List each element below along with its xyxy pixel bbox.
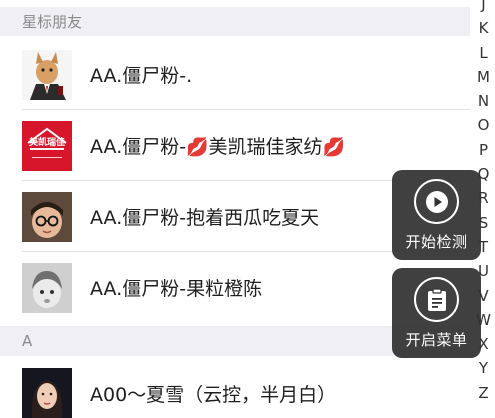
boy-with-glasses-avatar-icon — [22, 191, 72, 242]
index-letter[interactable]: J — [481, 0, 485, 16]
contact-name: AA.僵尸粉-果粒橙陈 — [90, 274, 262, 301]
start-detect-label: 开始检测 — [405, 233, 468, 251]
start-detect-button[interactable]: 开始检测 — [392, 170, 481, 260]
index-letter[interactable]: M — [477, 65, 490, 89]
child-avatar-icon — [22, 262, 72, 313]
contact-name-text-2: 美凯瑞佳家纺 — [208, 136, 323, 158]
section-header-starred: 星标朋友 — [0, 7, 470, 36]
open-menu-button[interactable]: 开启菜单 — [392, 268, 481, 358]
contact-name-text: A00～夏雪（云控，半月白） — [90, 384, 337, 406]
index-letter[interactable]: Z — [478, 381, 488, 405]
lips-emoji-icon: 💋 — [186, 137, 209, 158]
index-letter[interactable]: P — [479, 138, 488, 162]
contact-name-text: AA.僵尸粉- — [90, 136, 187, 158]
lips-emoji-icon: 💋 — [322, 137, 345, 158]
contact-name: AA.僵尸粉-. — [90, 61, 192, 88]
woman-avatar-icon — [22, 368, 72, 418]
index-letter[interactable]: N — [478, 89, 489, 113]
index-letter[interactable]: L — [479, 41, 487, 65]
clipboard-icon — [414, 277, 459, 322]
brand-logo-text: 美凯瑞佳 — [28, 137, 65, 148]
contact-name-text: AA.僵尸粉-果粒橙陈 — [90, 278, 263, 300]
contact-name: AA.僵尸粉-抱着西瓜吃夏天 — [90, 203, 319, 230]
section-title: A — [22, 332, 33, 350]
contact-name-text: AA.僵尸粉-抱着西瓜吃夏天 — [90, 207, 320, 229]
section-title: 星标朋友 — [22, 13, 83, 31]
meikai-brand-logo-icon: 美凯瑞佳 — [22, 120, 72, 171]
contact-name: A00～夏雪（云控，半月白） — [90, 380, 336, 407]
cat-in-suit-avatar-icon — [22, 49, 72, 100]
contact-row[interactable]: AA.僵尸粉-. — [0, 39, 470, 110]
open-menu-label: 开启菜单 — [405, 331, 468, 349]
contact-name: AA.僵尸粉-💋美凯瑞佳家纺💋 — [90, 132, 345, 159]
index-letter[interactable]: Y — [479, 356, 488, 380]
play-icon — [414, 179, 459, 224]
index-letter[interactable]: O — [478, 113, 490, 137]
contact-name-text: AA.僵尸粉-. — [90, 65, 193, 87]
contact-row[interactable]: A00～夏雪（云控，半月白） — [0, 356, 470, 418]
index-letter[interactable]: K — [479, 16, 489, 40]
